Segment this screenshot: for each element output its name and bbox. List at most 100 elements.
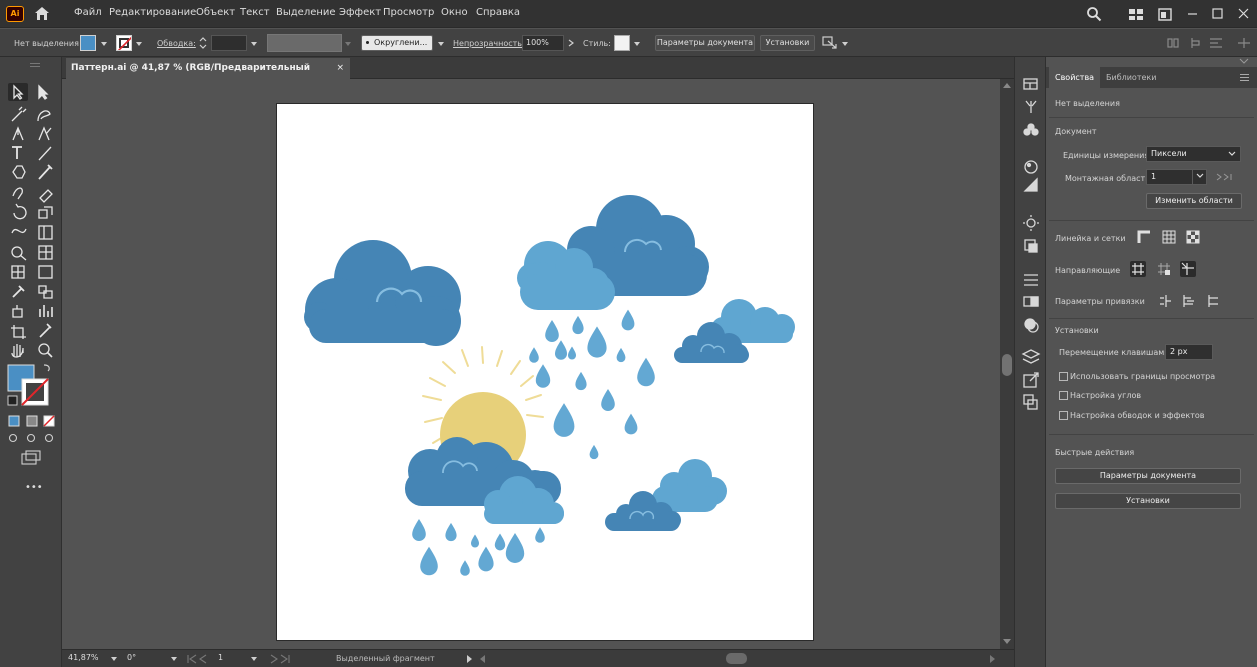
symbol-sprayer-tool-icon[interactable]: [12, 305, 23, 318]
swap-colors-icon[interactable]: [43, 364, 50, 372]
tab-libraries[interactable]: Библиотеки: [1100, 67, 1162, 88]
distribute-icon[interactable]: [1191, 38, 1200, 48]
artboard-nav-icon[interactable]: [1214, 172, 1242, 182]
menu-edit[interactable]: Редактирование: [109, 7, 196, 18]
rulers-icon[interactable]: [1136, 229, 1152, 245]
paintbrush-tool-icon[interactable]: [38, 164, 53, 180]
color-guide-icon[interactable]: [1023, 177, 1038, 192]
chevron-down-icon[interactable]: [1196, 173, 1204, 179]
chevron-down-icon[interactable]: [251, 657, 257, 661]
free-transform-tool-icon[interactable]: [38, 225, 53, 240]
checkbox-preview-bounds[interactable]: [1059, 372, 1068, 381]
quick-preferences-button[interactable]: Установки: [1055, 493, 1241, 509]
tab-properties[interactable]: Свойства: [1049, 67, 1101, 88]
gradient-mode-icon[interactable]: [26, 415, 38, 427]
vertical-scrollbar[interactable]: [1000, 79, 1014, 649]
layers-panel-icon[interactable]: [1021, 349, 1041, 364]
align-icon[interactable]: [1167, 38, 1173, 48]
color-panel-icon[interactable]: [1024, 160, 1038, 174]
stroke-label[interactable]: Обводка:: [157, 39, 196, 48]
graphic-style-swatch[interactable]: [614, 35, 630, 51]
chevron-down-icon[interactable]: [842, 42, 848, 46]
eraser-tool-icon[interactable]: [39, 189, 53, 203]
artboard-select[interactable]: 1: [1146, 169, 1193, 185]
curvature-tool-icon[interactable]: [38, 126, 52, 141]
checkbox-scale-corners[interactable]: [1059, 391, 1068, 400]
stroke-panel-icon[interactable]: [1024, 274, 1038, 286]
transparency-grid-icon[interactable]: [1185, 229, 1201, 245]
more-tools-icon[interactable]: •••: [25, 482, 43, 493]
opacity-input[interactable]: 100%: [522, 35, 564, 51]
snap-to-pixel-icon[interactable]: [1180, 293, 1196, 309]
variable-width-profile[interactable]: [267, 34, 342, 52]
chevron-down-icon[interactable]: [634, 42, 640, 46]
menu-object[interactable]: Объект: [196, 7, 235, 18]
artboard-dropdown[interactable]: [1192, 169, 1207, 185]
menu-type[interactable]: Текст: [240, 7, 270, 18]
brush-definition-dropdown[interactable]: Округлени...: [361, 35, 433, 51]
magic-wand-tool-icon[interactable]: [11, 106, 27, 122]
snap-to-point-icon[interactable]: [1157, 293, 1173, 309]
checkbox-scale-strokes[interactable]: [1059, 411, 1068, 420]
horizontal-scroll-thumb[interactable]: [726, 653, 747, 664]
menu-select[interactable]: Выделение: [276, 7, 336, 18]
preferences-button[interactable]: Установки: [760, 35, 815, 51]
arrange-icon[interactable]: [822, 36, 838, 50]
scale-tool-icon[interactable]: [38, 206, 53, 219]
draw-behind-icon[interactable]: [26, 433, 36, 443]
close-icon[interactable]: [1238, 8, 1249, 19]
eyedropper-tool-icon[interactable]: [12, 285, 25, 298]
scroll-left-icon[interactable]: [480, 655, 485, 663]
canvas-area[interactable]: [62, 79, 1000, 649]
scroll-down-icon[interactable]: [1003, 639, 1011, 644]
screen-mode-icon[interactable]: [21, 453, 37, 465]
transparency-panel-icon[interactable]: [1024, 318, 1036, 330]
key-increment-input[interactable]: 2 px: [1165, 344, 1213, 360]
mesh-tool-icon[interactable]: [11, 265, 25, 279]
show-guides-icon[interactable]: [1130, 261, 1146, 277]
menu-view[interactable]: Просмотр: [383, 7, 434, 18]
search-icon[interactable]: [1086, 6, 1102, 22]
artboard-tool-icon[interactable]: [11, 325, 26, 339]
chevron-right-icon[interactable]: [568, 39, 574, 47]
gradient-tool-icon[interactable]: [38, 265, 53, 279]
lock-guides-icon[interactable]: [1156, 261, 1172, 277]
chevron-down-icon[interactable]: [1228, 151, 1236, 157]
chevron-down-icon[interactable]: [171, 657, 177, 661]
panel-menu-icon[interactable]: [1240, 74, 1249, 81]
paragraph-icon[interactable]: [1210, 38, 1222, 48]
shape-tool-icon[interactable]: [12, 165, 26, 179]
fill-swatch[interactable]: [80, 35, 96, 51]
first-artboard-icon[interactable]: [186, 654, 212, 664]
stroke-swatch[interactable]: [116, 35, 132, 51]
draw-normal-icon[interactable]: [8, 433, 18, 443]
warp-tool-icon[interactable]: [11, 228, 27, 234]
chevron-down-icon[interactable]: [101, 42, 107, 46]
snap-to-glyph-icon[interactable]: [1205, 293, 1221, 309]
home-icon[interactable]: [34, 6, 50, 21]
draw-inside-icon[interactable]: [44, 433, 54, 443]
rotate-tool-icon[interactable]: [13, 203, 27, 220]
artboard[interactable]: [276, 103, 814, 641]
opacity-label[interactable]: Непрозрачность:: [453, 39, 525, 48]
hand-tool-icon[interactable]: [11, 344, 24, 358]
last-artboard-icon[interactable]: [265, 654, 291, 664]
chevron-down-icon[interactable]: [438, 42, 444, 46]
menu-file[interactable]: Файл: [74, 7, 102, 18]
grid-icon[interactable]: [1161, 229, 1177, 245]
perspective-grid-tool-icon[interactable]: [38, 245, 53, 260]
menu-effect[interactable]: Эффект: [339, 7, 381, 18]
edit-artboards-button[interactable]: Изменить области: [1146, 193, 1242, 209]
workspace-icon[interactable]: [1158, 8, 1172, 21]
color-mode-icon[interactable]: [8, 415, 20, 427]
chevron-down-icon[interactable]: [111, 657, 117, 661]
stepper-icon[interactable]: [199, 36, 207, 50]
document-tab[interactable]: Паттерн.ai @ 41,87 % (RGB/Предварительны…: [66, 58, 350, 94]
direct-selection-tool-icon[interactable]: [38, 84, 49, 100]
shaper-tool-icon[interactable]: [12, 187, 23, 200]
menu-window[interactable]: Окно: [441, 7, 468, 18]
graph-tool-icon[interactable]: [39, 305, 53, 317]
line-tool-icon[interactable]: [38, 146, 52, 161]
chevron-down-icon[interactable]: [345, 42, 351, 46]
status-menu-icon[interactable]: [467, 655, 472, 663]
